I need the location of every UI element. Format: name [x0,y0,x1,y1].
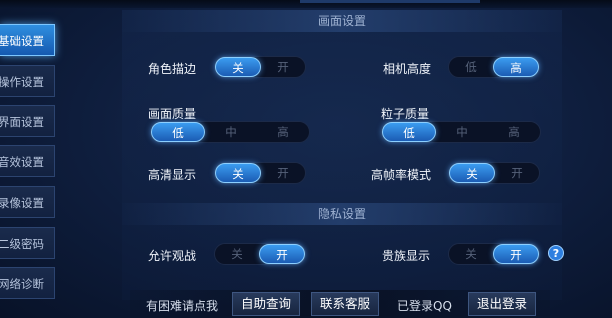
sidebar-item-control-settings[interactable]: 操作设置 [0,65,55,97]
high-fps-toggle[interactable]: 关 开 [448,162,540,184]
top-strip [0,0,612,8]
particle-toggle[interactable]: 低 中 高 [381,121,541,143]
noble-display-label: 贵族显示 [382,249,431,263]
quality-label: 画面质量 [148,107,197,121]
particle-label: 粒子质量 [381,107,430,121]
sidebar: 基础设置 操作设置 界面设置 音效设置 录像设置 二级密码 网络诊断 [0,18,58,318]
role-stroke-option-on[interactable]: 开 [261,57,305,77]
login-status-text: 已登录QQ [397,299,452,313]
particle-option-high[interactable]: 高 [488,122,540,142]
particle-option-medium[interactable]: 中 [436,122,488,142]
section-header-privacy: 隐私设置 [122,203,562,225]
sidebar-item-secondary-password[interactable]: 二级密码 [0,227,55,259]
sidebar-item-basic-settings[interactable]: 基础设置 [0,24,55,56]
sidebar-item-interface-settings[interactable]: 界面设置 [0,105,55,137]
logout-button[interactable]: 退出登录 [468,292,536,316]
quality-option-medium[interactable]: 中 [205,122,257,142]
hd-display-label: 高清显示 [148,168,197,182]
particle-option-low[interactable]: 低 [382,122,436,142]
noble-display-option-on[interactable]: 开 [493,244,539,264]
help-prompt-text: 有困难请点我 [146,299,219,313]
allow-watch-option-on[interactable]: 开 [259,244,305,264]
sidebar-item-network-diagnosis[interactable]: 网络诊断 [0,267,55,299]
camera-height-label: 相机高度 [383,62,432,76]
camera-height-option-high[interactable]: 高 [493,57,539,77]
quality-option-high[interactable]: 高 [257,122,309,142]
allow-watch-toggle[interactable]: 关 开 [214,243,306,265]
sidebar-item-replay-settings[interactable]: 录像设置 [0,186,55,218]
allow-watch-option-off[interactable]: 关 [215,244,259,264]
noble-display-option-off[interactable]: 关 [449,244,493,264]
contact-support-button[interactable]: 联系客服 [311,292,379,316]
role-stroke-option-off[interactable]: 关 [215,57,261,77]
self-service-button[interactable]: 自助查询 [232,292,300,316]
quality-option-low[interactable]: 低 [151,122,205,142]
top-glow [300,0,480,3]
hd-display-toggle[interactable]: 关 开 [214,162,306,184]
hd-display-option-off[interactable]: 关 [215,163,261,183]
role-stroke-label: 角色描边 [148,62,197,76]
high-fps-label: 高帧率模式 [371,168,432,182]
quality-toggle[interactable]: 低 中 高 [150,121,310,143]
help-question-icon[interactable]: ? [548,245,564,261]
high-fps-option-on[interactable]: 开 [495,163,539,183]
camera-height-option-low[interactable]: 低 [449,57,493,77]
camera-height-toggle[interactable]: 低 高 [448,56,540,78]
role-stroke-toggle[interactable]: 关 开 [214,56,306,78]
section-header-display: 画面设置 [122,10,562,32]
noble-display-toggle[interactable]: 关 开 [448,243,540,265]
settings-screen: 基础设置 操作设置 界面设置 音效设置 录像设置 二级密码 网络诊断 画面设置 … [0,0,612,318]
high-fps-option-off[interactable]: 关 [449,163,495,183]
sidebar-item-sound-settings[interactable]: 音效设置 [0,145,55,177]
hd-display-option-on[interactable]: 开 [261,163,305,183]
allow-watch-label: 允许观战 [148,249,197,263]
